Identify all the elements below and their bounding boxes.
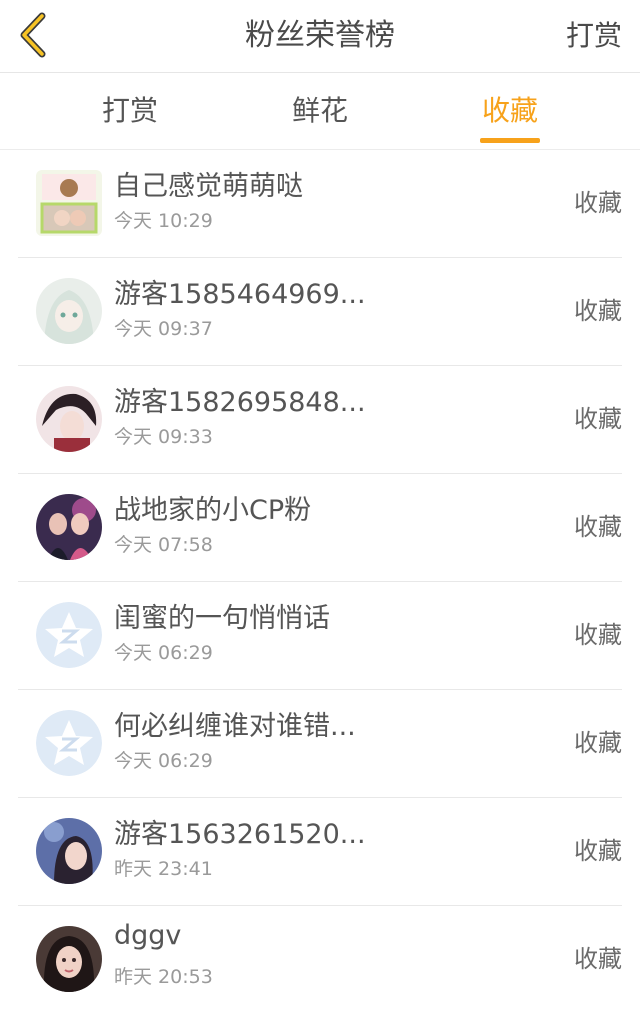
- timestamp: 今天 06:29: [114, 750, 213, 772]
- list-item[interactable]: 自己感觉萌萌哒 今天 10:29 收藏: [18, 150, 622, 258]
- avatar: [36, 494, 102, 560]
- user-name: 自己感觉萌萌哒: [114, 171, 303, 202]
- top-bar: 粉丝荣誉榜 打赏: [0, 0, 640, 73]
- avatar: [36, 170, 102, 236]
- gift-type: 收藏: [574, 729, 622, 757]
- avatar: [36, 710, 102, 776]
- tab-favorites[interactable]: 收藏: [480, 73, 540, 149]
- tab-bar: 打赏 鲜花 收藏: [0, 73, 640, 150]
- tab-label: 鲜花: [291, 94, 348, 127]
- gift-type: 收藏: [574, 837, 622, 865]
- user-name: 战地家的小CP粉: [114, 495, 312, 526]
- gift-type: 收藏: [574, 297, 622, 325]
- user-name: 何必纠缠谁对谁错...: [114, 711, 356, 742]
- fan-list: 自己感觉萌萌哒 今天 10:29 收藏 游客1585464969... 今天 0…: [0, 150, 640, 1013]
- gift-type: 收藏: [574, 189, 622, 217]
- timestamp: 今天 09:37: [114, 318, 213, 340]
- user-name: 游客1582695848...: [114, 387, 366, 418]
- gift-type: 收藏: [574, 513, 622, 541]
- reward-button[interactable]: 打赏: [566, 0, 622, 72]
- gift-type: 收藏: [574, 405, 622, 433]
- active-tab-indicator: [480, 138, 540, 143]
- list-item[interactable]: 游客1563261520... 昨天 23:41 收藏: [18, 798, 622, 906]
- list-item[interactable]: 何必纠缠谁对谁错... 今天 06:29 收藏: [18, 690, 622, 798]
- tab-label: 打赏: [101, 94, 158, 127]
- list-item[interactable]: 闺蜜的一句悄悄话 今天 06:29 收藏: [18, 582, 622, 690]
- list-item[interactable]: dggv 昨天 20:53 收藏: [18, 906, 622, 1013]
- user-name: 闺蜜的一句悄悄话: [114, 603, 330, 634]
- user-name: dggv: [114, 920, 182, 951]
- tab-reward[interactable]: 打赏: [100, 73, 160, 149]
- list-item[interactable]: 游客1582695848... 今天 09:33 收藏: [18, 366, 622, 474]
- default-avatar-star-icon: [36, 602, 102, 668]
- avatar: [36, 926, 102, 992]
- default-avatar-star-icon: [36, 710, 102, 776]
- tab-flowers[interactable]: 鲜花: [290, 73, 350, 149]
- timestamp: 昨天 23:41: [114, 858, 213, 880]
- tab-label: 收藏: [481, 94, 538, 127]
- gift-type: 收藏: [574, 621, 622, 649]
- timestamp: 昨天 20:53: [114, 966, 213, 988]
- timestamp: 今天 09:33: [114, 426, 213, 448]
- gift-type: 收藏: [574, 945, 622, 973]
- avatar: [36, 602, 102, 668]
- timestamp: 今天 07:58: [114, 534, 213, 556]
- timestamp: 今天 06:29: [114, 642, 213, 664]
- avatar: [36, 278, 102, 344]
- list-item[interactable]: 游客1585464969... 今天 09:37 收藏: [18, 258, 622, 366]
- avatar: [36, 386, 102, 452]
- timestamp: 今天 10:29: [114, 210, 213, 232]
- user-name: 游客1563261520...: [114, 819, 366, 850]
- list-item[interactable]: 战地家的小CP粉 今天 07:58 收藏: [18, 474, 622, 582]
- avatar: [36, 818, 102, 884]
- user-name: 游客1585464969...: [114, 279, 366, 310]
- page-title: 粉丝荣誉榜: [245, 18, 395, 53]
